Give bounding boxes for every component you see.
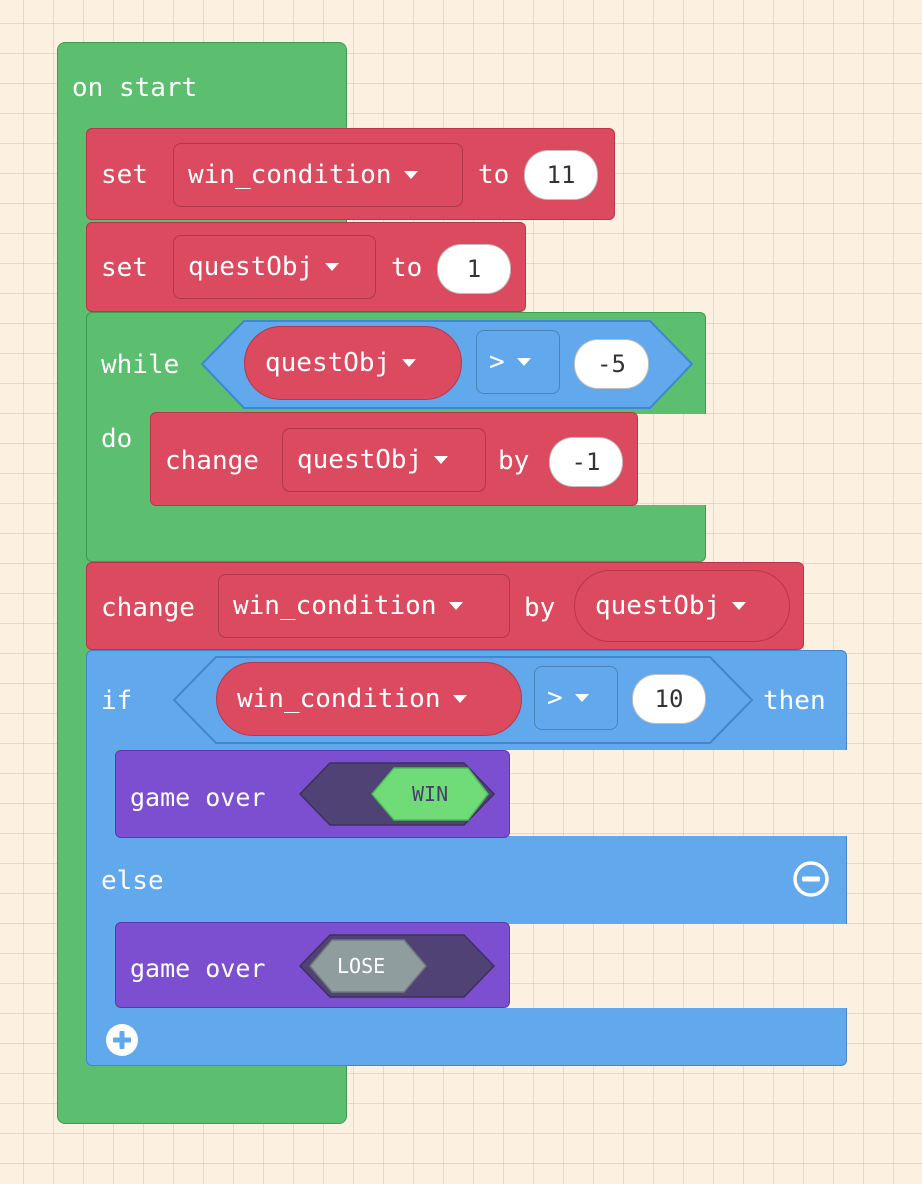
- while-keyword: while: [101, 350, 180, 380]
- variable-name: questObj: [265, 348, 391, 378]
- value-input-10[interactable]: 10: [632, 674, 706, 724]
- minus-circle-icon[interactable]: [792, 860, 830, 898]
- variable-pill-questobj[interactable]: questObj: [244, 326, 462, 400]
- variable-name: questObj: [297, 445, 423, 475]
- change-keyword: change: [101, 593, 195, 623]
- caret-down-icon[interactable]: [732, 602, 747, 610]
- variable-pill-win-condition[interactable]: win_condition: [216, 662, 522, 736]
- operator-symbol: >: [547, 683, 563, 713]
- else-block-header[interactable]: [86, 836, 847, 924]
- to-label: to: [391, 253, 423, 283]
- while-block-bottom[interactable]: [86, 505, 706, 562]
- variable-dropdown-win-condition[interactable]: win_condition: [218, 574, 510, 638]
- caret-down-icon[interactable]: [516, 358, 531, 366]
- game-over-label: game over: [130, 783, 266, 812]
- caret-down-icon[interactable]: [574, 694, 589, 702]
- game-over-label: game over: [130, 954, 266, 983]
- by-label: by: [498, 446, 530, 476]
- if-block-spine-2: [86, 922, 116, 1012]
- variable-pill-questobj[interactable]: questObj: [574, 570, 790, 642]
- win-lose-hexagon-slot[interactable]: [298, 762, 496, 826]
- to-label: to: [478, 160, 510, 190]
- set-keyword: set: [101, 160, 148, 190]
- value-input-1[interactable]: 1: [437, 244, 511, 294]
- caret-down-icon[interactable]: [452, 695, 467, 703]
- operator-dropdown[interactable]: >: [476, 330, 560, 394]
- set-keyword: set: [101, 253, 148, 283]
- caret-down-icon[interactable]: [434, 456, 449, 464]
- caret-down-icon[interactable]: [403, 171, 418, 179]
- variable-name: win_condition: [237, 684, 441, 714]
- variable-name: questObj: [595, 591, 721, 621]
- operator-dropdown[interactable]: >: [534, 666, 618, 730]
- by-label: by: [524, 593, 556, 623]
- win-lose-hexagon-slot[interactable]: [298, 934, 496, 998]
- value-input-minus1[interactable]: -1: [549, 437, 623, 487]
- caret-down-icon[interactable]: [448, 602, 463, 610]
- variable-dropdown-win-condition[interactable]: win_condition: [173, 143, 463, 207]
- on-start-label: on start: [72, 73, 198, 103]
- result-win-label[interactable]: WIN: [412, 784, 448, 804]
- plus-circle-icon[interactable]: [104, 1022, 140, 1058]
- caret-down-icon[interactable]: [402, 359, 417, 367]
- variable-dropdown-questobj[interactable]: questObj: [282, 428, 486, 492]
- variable-dropdown-questobj[interactable]: questObj: [173, 235, 376, 299]
- then-keyword: then: [763, 686, 826, 716]
- variable-name: questObj: [188, 252, 314, 282]
- variable-name: win_condition: [188, 160, 392, 190]
- result-lose-label[interactable]: LOSE: [337, 956, 385, 976]
- value-input-minus5[interactable]: -5: [574, 339, 649, 389]
- variable-name: win_condition: [233, 591, 437, 621]
- caret-down-icon[interactable]: [325, 263, 340, 271]
- if-block-footer[interactable]: [86, 1008, 847, 1066]
- else-keyword: else: [101, 866, 164, 896]
- value-input-11[interactable]: 11: [524, 150, 598, 200]
- operator-symbol: >: [489, 347, 505, 377]
- if-block-spine-1: [86, 748, 116, 840]
- do-label: do: [101, 424, 133, 454]
- change-keyword: change: [165, 446, 259, 476]
- if-keyword: if: [101, 686, 133, 716]
